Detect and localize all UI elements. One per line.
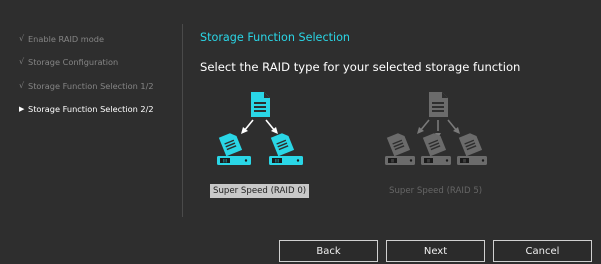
check-icon: √ — [19, 57, 25, 66]
step-label: Enable RAID mode — [28, 34, 104, 44]
cancel-button[interactable]: Cancel — [493, 240, 592, 262]
raid0-label: Super Speed (RAID 0) — [210, 184, 310, 198]
disk-label: III — [463, 158, 467, 163]
raid5-diagram-icon: III III III — [385, 92, 487, 165]
check-icon: √ — [19, 34, 25, 43]
page-title: Storage Function Selection — [200, 31, 351, 44]
raid-type-prompt: Select the RAID type for your selected s… — [200, 60, 521, 74]
check-icon: √ — [19, 81, 25, 90]
raid-wizard: √ Enable RAID mode √ Storage Configurati… — [0, 0, 601, 264]
step-storage-function-2: ▶ Storage Function Selection 2/2 — [19, 104, 154, 114]
disk-label: III — [427, 158, 431, 163]
disk-label: III — [391, 158, 395, 163]
raid5-option[interactable]: III III III Super Speed (RAID 5) — [382, 90, 492, 205]
raid5-label: Super Speed (RAID 5) — [389, 186, 483, 196]
sidebar-divider — [182, 24, 183, 217]
next-button[interactable]: Next — [386, 240, 485, 262]
disk-label: III — [223, 158, 227, 163]
step-enable-raid: √ Enable RAID mode — [19, 34, 104, 44]
step-label: Storage Configuration — [28, 57, 119, 67]
raid0-diagram-icon: III III — [217, 92, 303, 165]
step-label: Storage Function Selection 2/2 — [28, 104, 154, 114]
step-label: Storage Function Selection 1/2 — [28, 81, 154, 91]
back-button[interactable]: Back — [279, 240, 378, 262]
step-storage-configuration: √ Storage Configuration — [19, 57, 119, 67]
current-step-arrow-icon: ▶ — [19, 105, 25, 113]
raid0-option[interactable]: III III Super Speed (RAID 0) — [208, 90, 312, 205]
disk-label: III — [275, 158, 279, 163]
step-storage-function-1: √ Storage Function Selection 1/2 — [19, 81, 154, 91]
